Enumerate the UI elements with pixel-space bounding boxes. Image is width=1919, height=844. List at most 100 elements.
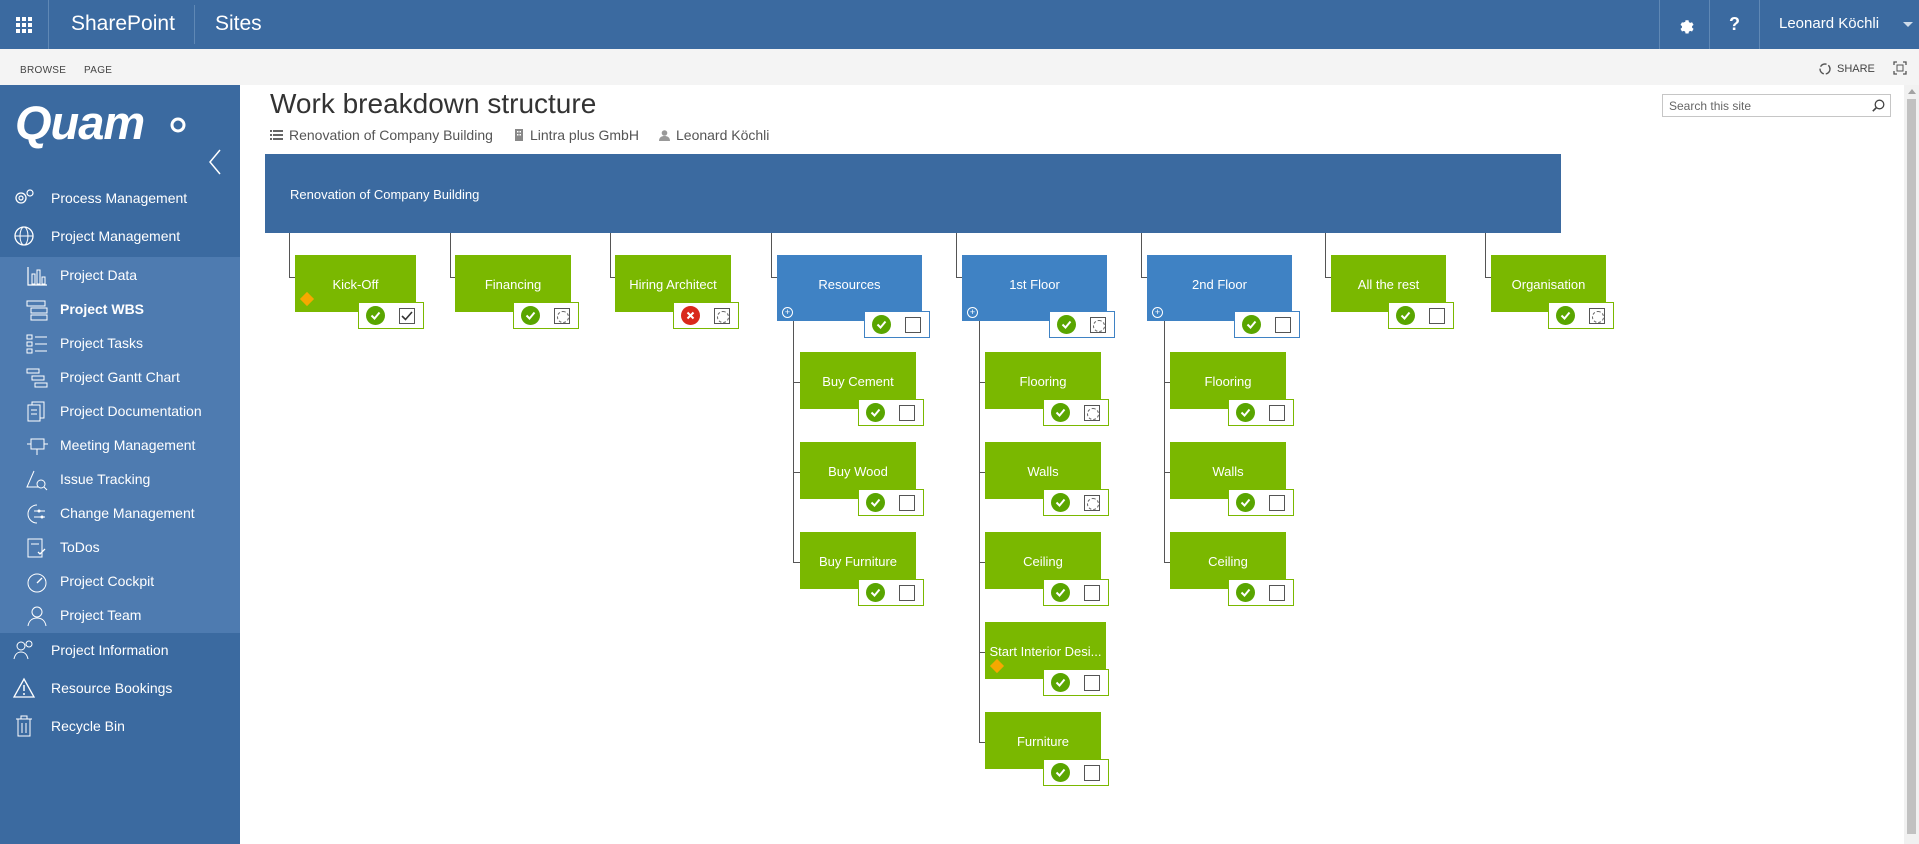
nav-project-information[interactable]: Project Information	[0, 633, 240, 667]
in-progress-icon[interactable]	[1084, 404, 1100, 421]
nav-change-management[interactable]: Change Management	[0, 497, 240, 531]
nav-project-tasks[interactable]: Project Tasks	[0, 327, 240, 361]
in-progress-icon[interactable]	[554, 307, 570, 324]
in-progress-icon[interactable]	[714, 307, 730, 324]
nav-recycle-bin[interactable]: Recycle Bin	[0, 709, 240, 743]
connector-line	[289, 233, 290, 277]
checkmark-icon	[365, 306, 385, 325]
tab-browse[interactable]: BROWSE	[20, 65, 66, 76]
empty-box-icon[interactable]	[1084, 764, 1100, 781]
nav-label: Change Management	[60, 505, 195, 521]
checkmark-icon	[1555, 306, 1575, 325]
empty-box-icon[interactable]	[899, 494, 915, 511]
warning-icon	[12, 677, 36, 698]
wbs-node-status	[673, 302, 739, 329]
app-launcher-button[interactable]	[0, 0, 49, 49]
connector-line	[610, 233, 611, 277]
nav-project-management[interactable]: Project Management	[0, 219, 240, 253]
wbs-node-label: Walls	[1212, 464, 1244, 479]
expand-toggle-icon[interactable]: +	[967, 307, 978, 318]
empty-box-icon[interactable]	[1269, 494, 1285, 511]
user-menu[interactable]: Leonard Köchli	[1759, 0, 1919, 49]
people-icon	[13, 640, 33, 660]
scrollbar[interactable]	[1904, 85, 1919, 844]
gears-icon	[15, 189, 34, 204]
progress-status	[1421, 307, 1453, 324]
help-button[interactable]: ?	[1709, 0, 1759, 49]
team-icon	[27, 606, 47, 627]
in-progress-icon[interactable]	[1589, 307, 1605, 324]
in-progress-icon[interactable]	[1090, 316, 1106, 333]
ok-status	[1044, 583, 1076, 602]
nav-issue-tracking[interactable]: Issue Tracking	[0, 463, 240, 497]
nav-project-team[interactable]: Project Team	[0, 599, 240, 633]
empty-box-icon[interactable]	[1429, 307, 1445, 324]
help-icon: ?	[1729, 14, 1740, 34]
nav-project-documentation[interactable]: Project Documentation	[0, 395, 240, 429]
nav-meeting-management[interactable]: Meeting Management	[0, 429, 240, 463]
cockpit-icon	[27, 573, 47, 593]
nav-resource-bookings[interactable]: Resource Bookings	[0, 671, 240, 705]
nav-label: Project Management	[51, 228, 181, 244]
tab-page[interactable]: PAGE	[84, 65, 112, 76]
wbs-node-status	[858, 579, 924, 606]
nav-process-management[interactable]: Process Management	[0, 181, 240, 215]
scroll-up-icon[interactable]	[1908, 89, 1916, 94]
progress-status	[1581, 307, 1613, 324]
in-progress-icon[interactable]	[1084, 494, 1100, 511]
ok-status	[859, 403, 891, 422]
nav-project-data[interactable]: Project Data	[0, 259, 240, 293]
connector-line	[956, 233, 957, 277]
wbs-node-status	[513, 302, 579, 329]
checkmark-icon	[865, 403, 885, 422]
meta-company-name: Lintra plus GmbH	[530, 127, 639, 143]
check-icon	[1240, 408, 1250, 417]
wbs-node-label: Furniture	[1016, 734, 1070, 749]
check-icon	[1055, 678, 1065, 687]
empty-box-icon[interactable]	[905, 316, 921, 333]
wbs-node-label: Ceiling	[1023, 554, 1063, 569]
empty-box-icon[interactable]	[1084, 584, 1100, 601]
ok-status	[514, 306, 546, 325]
progress-status	[1076, 674, 1108, 691]
nav-project-wbs[interactable]: Project WBS	[0, 293, 240, 327]
expand-toggle-icon[interactable]: +	[782, 307, 793, 318]
nav-project-cockpit[interactable]: Project Cockpit	[0, 565, 240, 599]
ok-status	[1235, 315, 1267, 334]
connector-line	[979, 742, 985, 743]
nav-project-gantt-chart[interactable]: Project Gantt Chart	[0, 361, 240, 395]
ribbon: BROWSE PAGE SHARE	[0, 49, 1919, 85]
chevron-down-icon	[1903, 22, 1913, 27]
wbs-node-label: Kick-Off	[332, 277, 379, 292]
progress-status	[706, 307, 738, 324]
meta-project-name: Renovation of Company Building	[289, 127, 493, 143]
empty-box-icon[interactable]	[899, 584, 915, 601]
connector-line	[450, 233, 451, 277]
checked-box-icon[interactable]	[399, 307, 415, 324]
wbs-node-label: Resources	[818, 277, 881, 292]
brand-link[interactable]: SharePoint	[71, 12, 175, 36]
nav-todos[interactable]: ToDos	[0, 531, 240, 565]
empty-box-icon[interactable]	[1269, 584, 1285, 601]
wbs-root-node[interactable]: Renovation of Company Building	[265, 154, 1561, 233]
search-icon[interactable]	[1872, 99, 1885, 112]
nav-label: Project Gantt Chart	[60, 369, 180, 385]
ok-status	[1549, 306, 1581, 325]
sites-link[interactable]: Sites	[215, 12, 262, 36]
scrollbar-thumb[interactable]	[1907, 99, 1916, 834]
share-button[interactable]: SHARE	[1818, 62, 1875, 76]
focus-mode-icon[interactable]	[1893, 61, 1907, 75]
expand-toggle-icon[interactable]: +	[1152, 307, 1163, 318]
check-icon	[1055, 408, 1065, 417]
wbs-node-status	[858, 489, 924, 516]
progress-status	[1261, 584, 1293, 601]
settings-button[interactable]	[1659, 0, 1709, 49]
empty-box-icon[interactable]	[1084, 674, 1100, 691]
empty-box-icon[interactable]	[899, 404, 915, 421]
progress-status	[1082, 316, 1114, 333]
empty-box-icon[interactable]	[1269, 404, 1285, 421]
collapse-sidebar-icon[interactable]	[206, 147, 226, 177]
progress-status	[546, 307, 578, 324]
search-input[interactable]	[1663, 95, 1863, 116]
empty-box-icon[interactable]	[1275, 316, 1291, 333]
